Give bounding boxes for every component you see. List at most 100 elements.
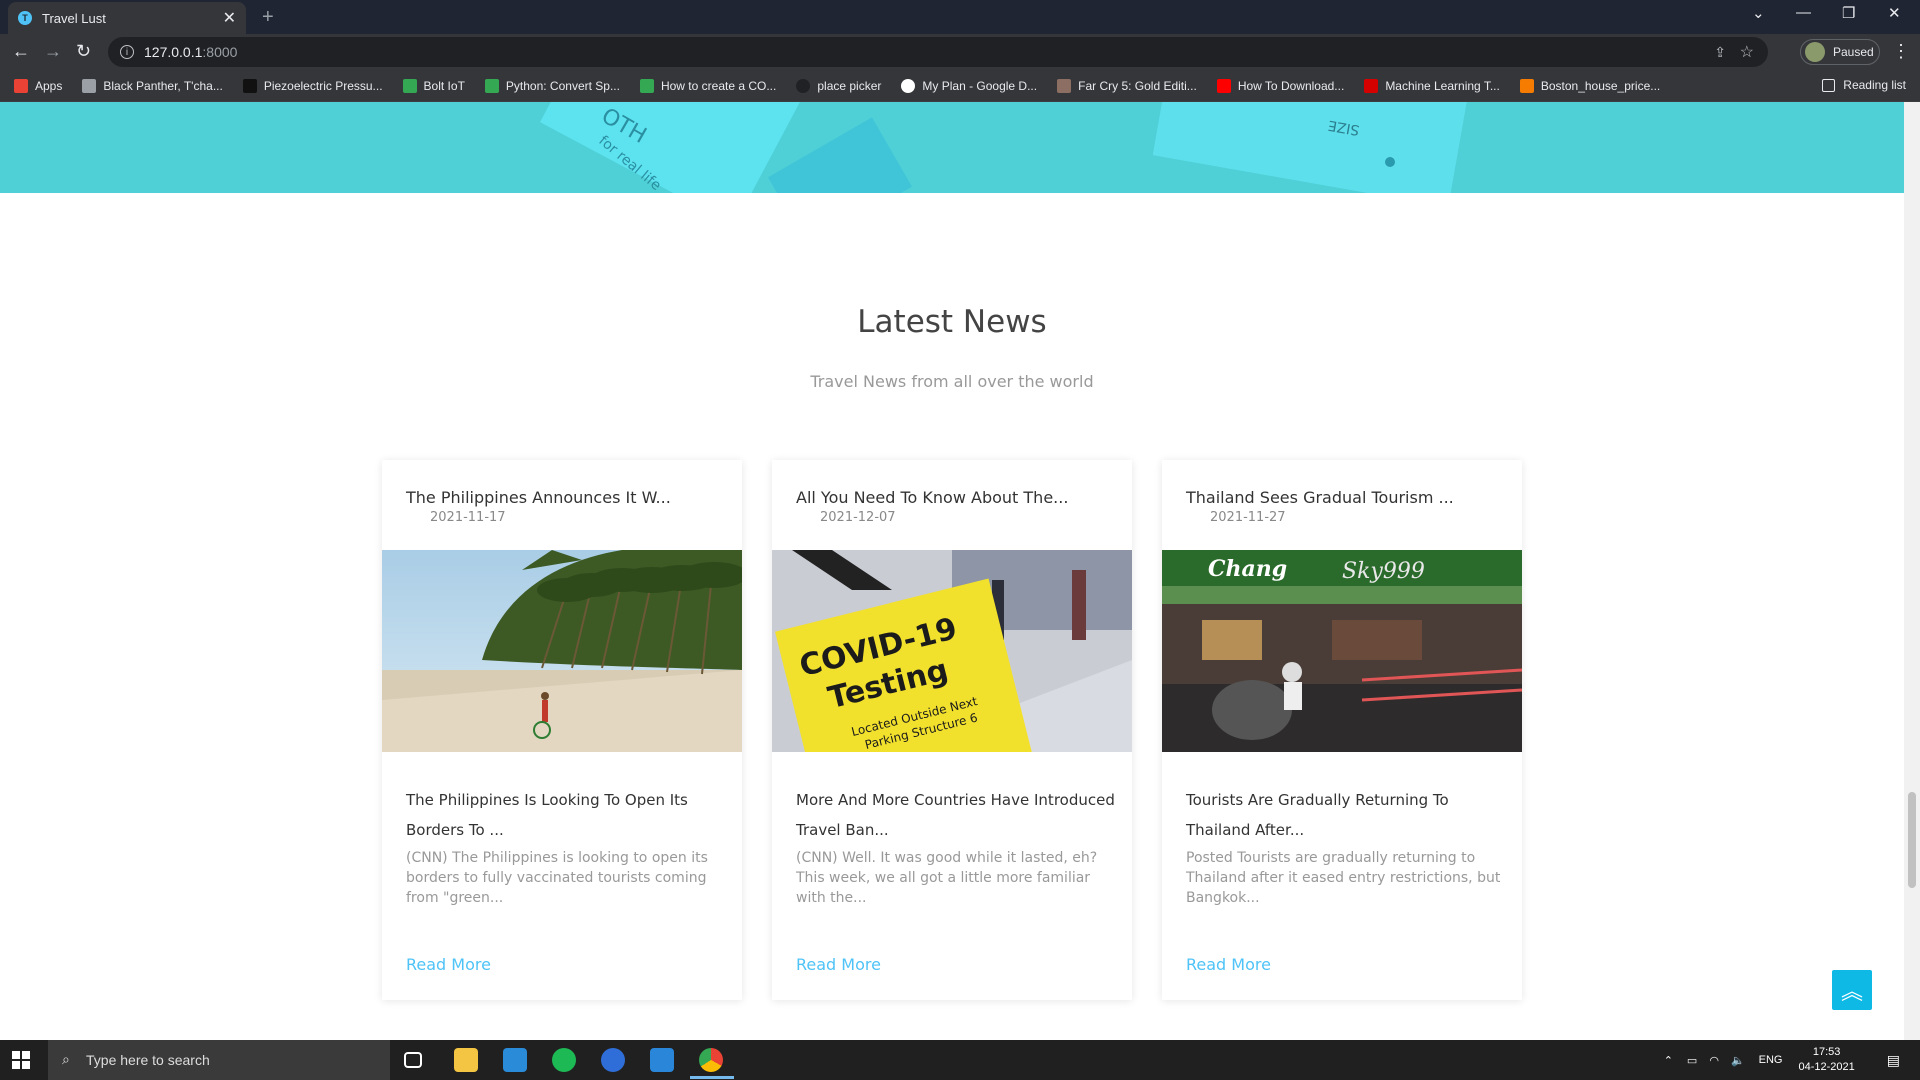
avatar xyxy=(1805,42,1825,62)
menu-icon[interactable]: ⋮ xyxy=(1892,41,1910,62)
back-icon[interactable]: ← xyxy=(12,41,30,62)
volume-icon[interactable]: 🔈 xyxy=(1731,1054,1745,1067)
bookmark-favicon-icon xyxy=(1364,78,1379,93)
taskbar-clock[interactable]: 17:53 04-12-2021 xyxy=(1798,1045,1854,1075)
bookmarks-bar: Apps Black Panther, T'cha... Piezoelectr… xyxy=(0,70,1920,102)
task-view-icon[interactable] xyxy=(404,1052,422,1068)
system-tray: ⌃ ▭ ◠ 🔈 ENG 17:53 04-12-2021 ▤ xyxy=(1664,1040,1920,1080)
spotify-icon[interactable] xyxy=(552,1048,576,1072)
double-chevron-up-icon: ︽ xyxy=(1840,979,1863,1004)
bookmark-item[interactable]: Black Panther, T'cha... xyxy=(82,78,223,93)
close-window-icon[interactable]: ✕ xyxy=(1888,4,1901,22)
new-tab-icon[interactable]: + xyxy=(262,6,274,29)
language-indicator[interactable]: ENG xyxy=(1759,1054,1783,1066)
news-card-title[interactable]: All You Need To Know About The... xyxy=(796,488,1068,507)
share-icon[interactable]: ⇪ xyxy=(1714,44,1726,61)
bookmark-favicon-icon xyxy=(82,78,97,93)
reading-list-button[interactable]: Reading list xyxy=(1822,78,1906,92)
app-icon[interactable] xyxy=(601,1048,625,1072)
bookmark-favicon-icon xyxy=(1057,78,1072,93)
read-more-link[interactable]: Read More xyxy=(796,955,881,974)
profile-button[interactable]: Paused xyxy=(1800,39,1880,65)
favicon-icon: T xyxy=(18,11,32,25)
scroll-to-top-button[interactable]: ︽ xyxy=(1832,970,1872,1010)
mail-icon[interactable] xyxy=(650,1048,674,1072)
read-more-link[interactable]: Read More xyxy=(406,955,491,974)
tab-title: Travel Lust xyxy=(42,10,106,26)
news-card-title[interactable]: Thailand Sees Gradual Tourism ... xyxy=(1186,488,1454,507)
section-subtitle: Travel News from all over the world xyxy=(810,372,1094,391)
bookmark-favicon-icon xyxy=(639,78,654,93)
apps-grid-icon xyxy=(14,78,28,93)
bookmark-item[interactable]: Bolt IoT xyxy=(402,78,465,93)
restore-icon[interactable]: ❐ xyxy=(1842,4,1855,22)
google-icon xyxy=(901,78,916,93)
bookmark-favicon-icon xyxy=(484,78,499,93)
news-card-headline: The Philippines Is Looking To Open Its B… xyxy=(406,791,688,839)
bookmark-item[interactable]: Python: Convert Sp... xyxy=(484,78,620,93)
reload-icon[interactable]: ↻ xyxy=(76,41,91,62)
active-app-indicator xyxy=(690,1076,734,1079)
youtube-icon xyxy=(1216,78,1231,93)
bookmark-item[interactable]: How To Download... xyxy=(1216,78,1344,93)
news-card: Thailand Sees Gradual Tourism ... 2021-1… xyxy=(1162,460,1522,1000)
page-scrollbar[interactable] xyxy=(1904,102,1920,1040)
browser-tab[interactable]: T Travel Lust ✕ xyxy=(8,2,246,34)
bookmark-favicon-icon xyxy=(1519,78,1534,93)
news-card-image: Chang Sky999 xyxy=(1162,550,1522,752)
bookmark-star-icon[interactable]: ☆ xyxy=(1740,42,1754,62)
vscode-icon[interactable] xyxy=(503,1048,527,1072)
news-card-excerpt: Posted Tourists are gradually returning … xyxy=(1186,850,1501,906)
bookmark-item[interactable]: Far Cry 5: Gold Editi... xyxy=(1057,78,1197,93)
svg-text:Sky999: Sky999 xyxy=(1342,559,1425,584)
minimize-icon[interactable]: — xyxy=(1796,4,1811,21)
bookmark-item[interactable]: place picker xyxy=(796,78,881,93)
address-bar[interactable]: i 127.0.0.1 :8000 ⇪ ☆ xyxy=(108,37,1768,67)
bookmark-item[interactable]: Boston_house_price... xyxy=(1519,78,1660,93)
bookmark-item[interactable]: How to create a CO... xyxy=(639,78,776,93)
news-card-image xyxy=(382,550,742,752)
hero-banner-image: OTH for real life SIZE xyxy=(0,102,1904,193)
section-title: Latest News xyxy=(857,304,1047,340)
taskbar-search-placeholder: Type here to search xyxy=(86,1052,210,1068)
profile-status: Paused xyxy=(1833,45,1874,59)
news-card-excerpt: (CNN) The Philippines is looking to open… xyxy=(406,850,708,906)
news-card-excerpt: (CNN) Well. It was good while it lasted,… xyxy=(796,850,1098,906)
file-explorer-icon[interactable] xyxy=(454,1048,478,1072)
bookmark-apps[interactable]: Apps xyxy=(14,78,62,93)
wifi-icon[interactable]: ◠ xyxy=(1709,1054,1719,1067)
forward-icon[interactable]: → xyxy=(44,41,62,62)
news-card-headline: More And More Countries Have Introduced … xyxy=(796,791,1115,839)
notifications-icon[interactable]: ▤ xyxy=(1887,1052,1900,1069)
bookmark-favicon-icon xyxy=(242,78,257,93)
clock-time: 17:53 xyxy=(1812,1046,1841,1058)
browser-tab-strip: T Travel Lust ✕ + ⌄ — ❐ ✕ xyxy=(0,0,1920,34)
windows-start-icon[interactable] xyxy=(12,1051,30,1069)
search-icon: ⌕ xyxy=(62,1051,70,1067)
clock-date: 04-12-2021 xyxy=(1798,1061,1855,1073)
svg-text:SIZE: SIZE xyxy=(1327,117,1361,138)
page-viewport: OTH for real life SIZE Latest News Trave… xyxy=(0,102,1904,1040)
bookmark-item[interactable]: Piezoelectric Pressu... xyxy=(242,78,383,93)
chevron-up-icon[interactable]: ⌃ xyxy=(1664,1054,1673,1067)
news-card-date: 2021-11-17 xyxy=(430,510,506,525)
read-more-link[interactable]: Read More xyxy=(1186,955,1271,974)
url-port: :8000 xyxy=(202,44,238,60)
news-card-headline: Tourists Are Gradually Returning To Thai… xyxy=(1186,791,1449,839)
github-icon xyxy=(796,78,811,93)
tab-search-icon[interactable]: ⌄ xyxy=(1752,4,1765,22)
news-card: All You Need To Know About The... 2021-1… xyxy=(772,460,1132,1000)
bookmark-item[interactable]: My Plan - Google D... xyxy=(901,78,1037,93)
news-card-title[interactable]: The Philippines Announces It W... xyxy=(406,488,671,507)
chrome-icon[interactable] xyxy=(699,1048,723,1072)
news-card: The Philippines Announces It W... 2021-1… xyxy=(382,460,742,1000)
windows-taskbar: ⌕ Type here to search ⌃ ▭ ◠ 🔈 ENG 17:53 … xyxy=(0,1040,1920,1080)
news-card-date: 2021-11-27 xyxy=(1210,510,1286,525)
bookmark-item[interactable]: Machine Learning T... xyxy=(1364,78,1500,93)
taskbar-search-box[interactable]: ⌕ Type here to search xyxy=(48,1040,390,1080)
close-tab-icon[interactable]: ✕ xyxy=(223,8,236,28)
scrollbar-thumb[interactable] xyxy=(1908,792,1916,888)
news-card-image: COVID-19 Testing Located Outside Next Pa… xyxy=(772,550,1132,752)
battery-icon[interactable]: ▭ xyxy=(1687,1054,1697,1067)
site-info-icon[interactable]: i xyxy=(120,45,134,59)
